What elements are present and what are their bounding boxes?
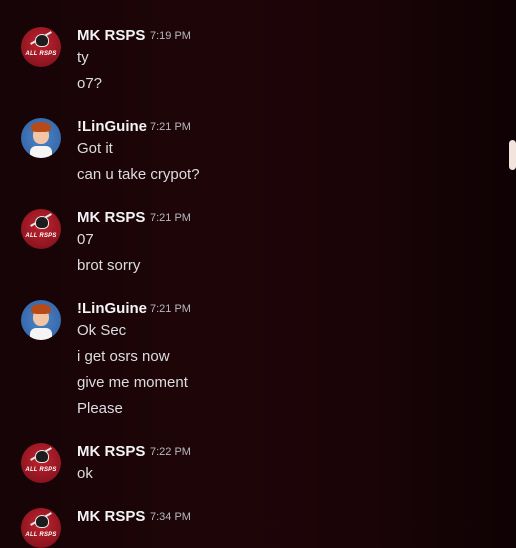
avatar[interactable] [21,118,61,158]
message-text: ty [77,49,89,66]
scrollbar-thumb[interactable] [509,140,516,170]
message-text: Please [77,400,123,417]
message-text: o7? [77,75,103,92]
avatar[interactable]: ALL RSPS [21,209,61,249]
message-timestamp: 7:34 PM [150,511,191,523]
message-author[interactable]: !LinGuine [77,300,147,317]
avatar-logo-text: ALL RSPS [25,51,57,57]
skull-icon [35,515,49,528]
avatar-logo-text: ALL RSPS [25,467,57,473]
message-author[interactable]: MK RSPS [77,443,145,460]
avatar[interactable]: ALL RSPS [21,443,61,483]
message-timestamp: 7:21 PM [150,303,191,315]
message-text: 07 [77,231,94,248]
message-timestamp: 7:22 PM [150,446,191,458]
message-text: i get osrs now [77,348,170,365]
skull-icon [35,34,49,47]
avatar[interactable]: ALL RSPS [21,27,61,67]
message-text: can u take crypot? [77,166,200,183]
avatar-logo-text: ALL RSPS [25,532,57,538]
message-author[interactable]: MK RSPS [77,508,145,525]
avatar[interactable] [21,300,61,340]
message-author[interactable]: !LinGuine [77,118,147,135]
message-timestamp: 7:21 PM [150,121,191,133]
message-timestamp: 7:19 PM [150,30,191,42]
message-author[interactable]: MK RSPS [77,27,145,44]
avatar[interactable]: ALL RSPS [21,508,61,548]
skull-icon [35,450,49,463]
avatar-logo-text: ALL RSPS [25,233,57,239]
skull-icon [35,216,49,229]
message-text: Got it [77,140,113,157]
message-text: give me moment [77,374,188,391]
message-text: ok [77,465,93,482]
previous-message-fragment [75,0,245,4]
message-timestamp: 7:21 PM [150,212,191,224]
message-list[interactable]: ALL RSPS MK RSPS 7:19 PM ty o7? !LinGuin… [0,0,505,548]
message-author[interactable]: MK RSPS [77,209,145,226]
message-text: brot sorry [77,257,141,274]
message-text: Ok Sec [77,322,127,339]
